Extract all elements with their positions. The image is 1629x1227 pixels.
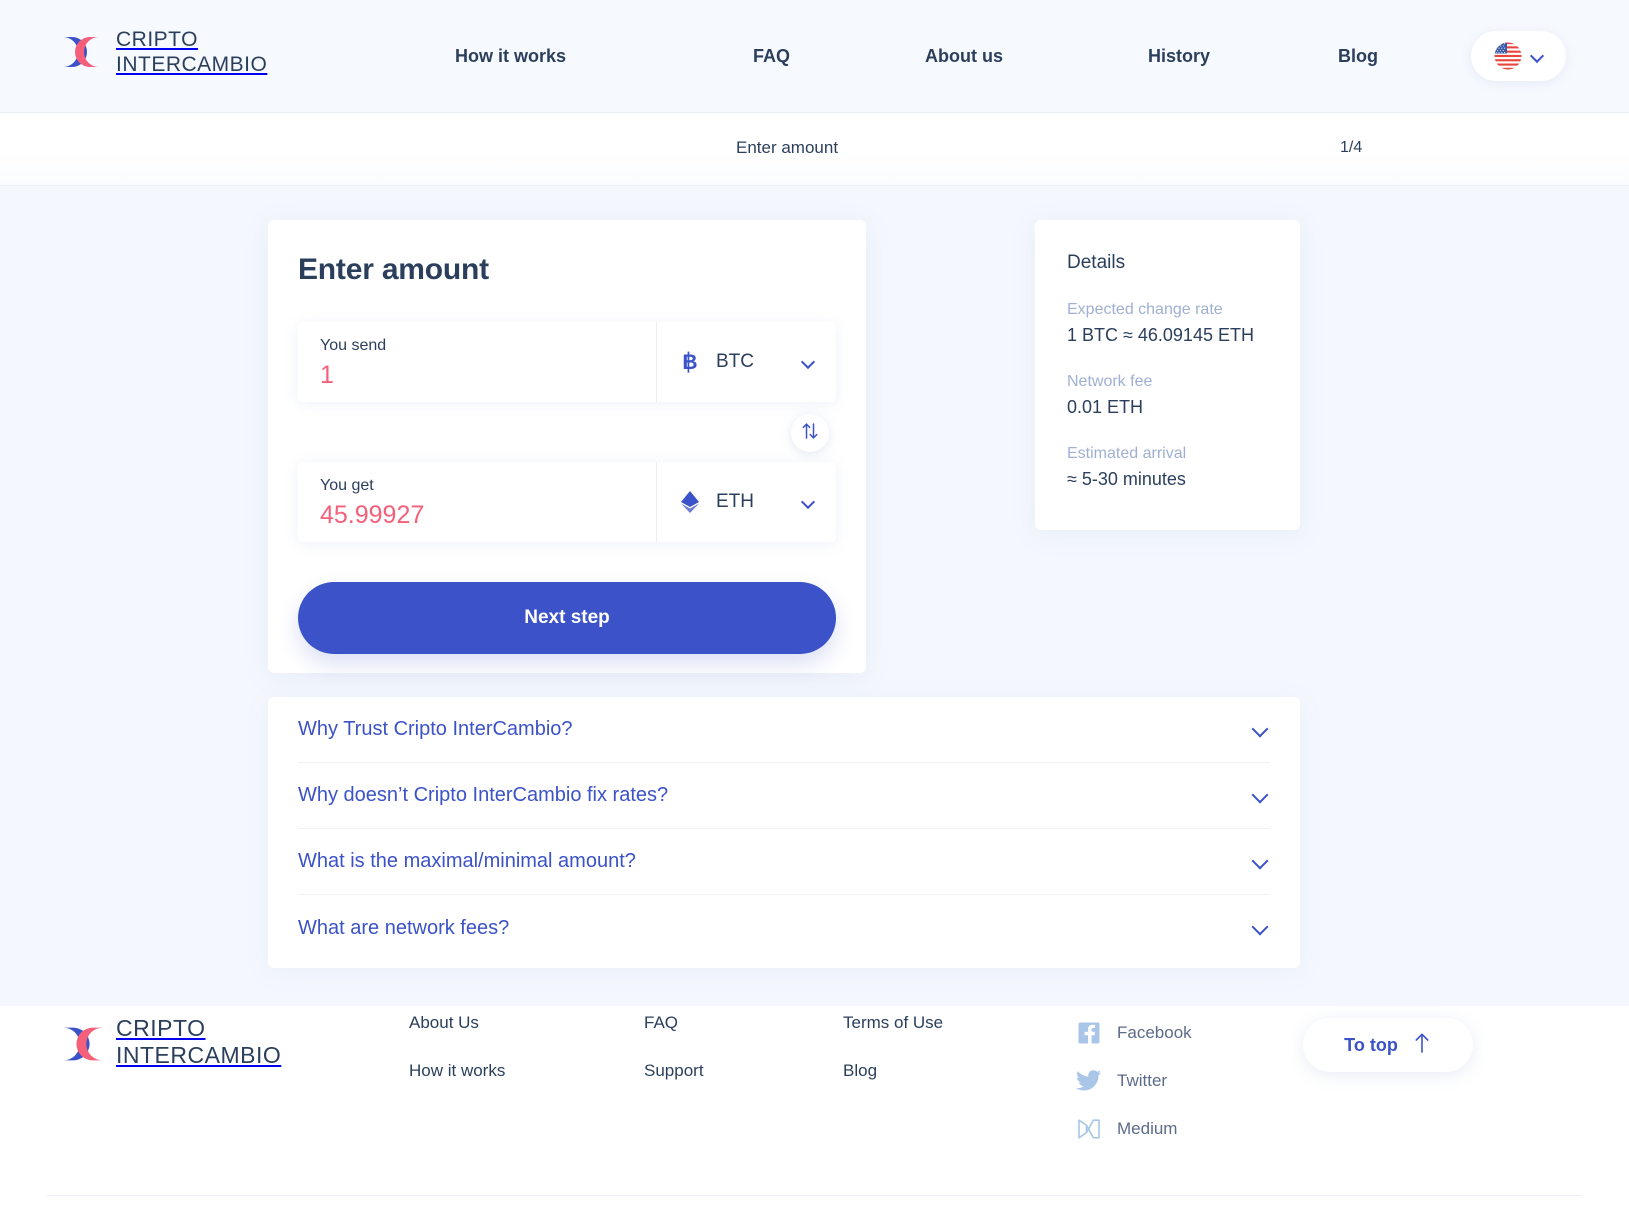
footer-logo[interactable]: CRIPTO INTERCAMBIO <box>60 1015 281 1069</box>
page-title: Enter amount <box>298 253 489 286</box>
send-amount-field[interactable]: You send 1 B BTC <box>298 322 836 402</box>
get-label: You get <box>320 477 374 494</box>
chevron-down-icon <box>803 357 814 368</box>
social-label-twitter: Twitter <box>1117 1071 1168 1090</box>
nav-link-blog[interactable]: Blog <box>1338 46 1378 67</box>
footer-link-how-it-works[interactable]: How it works <box>409 1060 505 1082</box>
details-panel: Details Expected change rate 1 BTC ≈ 46.… <box>1035 220 1300 530</box>
faq-item-max-min-amount[interactable]: What is the maximal/minimal amount? <box>298 829 1270 895</box>
nav-item-history[interactable]: History <box>1148 37 1210 77</box>
details-title: Details <box>1067 252 1126 273</box>
to-top-button[interactable]: To top <box>1303 1018 1473 1072</box>
chevron-down-icon <box>1254 789 1268 803</box>
exchange-card: Enter amount You send 1 B BTC You get 45… <box>268 220 866 673</box>
detail-value-expected-change-rate: 1 BTC ≈ 46.09145 ETH <box>1067 325 1254 345</box>
swap-arrows-icon <box>800 421 820 446</box>
send-label: You send <box>320 337 387 354</box>
logo-line-2: INTERCAMBIO <box>116 53 268 76</box>
site-header: CRIPTO INTERCAMBIO How it works FAQ Abou… <box>0 0 1629 113</box>
footer-link-terms-of-use[interactable]: Terms of Use <box>843 1012 943 1034</box>
detail-key-estimated-arrival: Estimated arrival <box>1067 445 1187 462</box>
swap-currencies-button[interactable] <box>791 414 829 452</box>
footer-logo-wordmark: CRIPTO INTERCAMBIO <box>116 1015 281 1069</box>
svg-text:B: B <box>682 351 697 374</box>
get-currency-select[interactable]: ETH <box>656 462 836 542</box>
footer-column-2: FAQ Support <box>644 1012 704 1082</box>
detail-value-network-fee: 0.01 ETH <box>1067 397 1144 417</box>
send-currency-select[interactable]: B BTC <box>656 322 836 402</box>
send-input-wrapper[interactable]: You send 1 <box>298 322 656 402</box>
main-navigation: How it works FAQ About us History Blog <box>455 0 1378 113</box>
faq-question: What are network fees? <box>298 916 510 939</box>
language-selector[interactable] <box>1471 31 1566 81</box>
faq-item-fix-rates[interactable]: Why doesn’t Cripto InterCambio fix rates… <box>298 763 1270 829</box>
logo-line-1: CRIPTO <box>116 28 198 51</box>
faq-question: What is the maximal/minimal amount? <box>298 850 636 872</box>
footer-logo-line-2: INTERCAMBIO <box>116 1042 282 1068</box>
nav-item-faq[interactable]: FAQ <box>753 37 790 77</box>
step-counter: 1/4 <box>1340 139 1363 156</box>
medium-icon <box>1076 1116 1102 1142</box>
footer-column-1: About Us How it works <box>409 1012 505 1082</box>
social-link-medium[interactable]: Medium <box>1076 1110 1192 1148</box>
twitter-icon <box>1076 1068 1102 1094</box>
nav-item-about-us[interactable]: About us <box>925 37 1003 77</box>
ethereum-icon <box>677 489 703 515</box>
chevron-down-icon <box>1532 51 1543 62</box>
nav-item-how-it-works[interactable]: How it works <box>455 37 566 77</box>
faq-accordion: Why Trust Cripto InterCambio? Why doesn’… <box>268 697 1300 968</box>
step-progress-bar: Enter amount 1/4 <box>0 113 1629 186</box>
detail-key-expected-change-rate: Expected change rate <box>1067 301 1223 318</box>
get-amount-field[interactable]: You get 45.99927 ETH <box>298 462 836 542</box>
footer-link-blog[interactable]: Blog <box>843 1060 943 1082</box>
send-currency-label: BTC <box>716 351 754 372</box>
get-input-wrapper[interactable]: You get 45.99927 <box>298 462 656 542</box>
get-amount-input[interactable]: 45.99927 <box>320 498 656 532</box>
chevron-down-icon <box>1254 921 1268 935</box>
chevron-down-icon <box>1254 855 1268 869</box>
footer-link-faq[interactable]: FAQ <box>644 1012 704 1034</box>
cripto-intercambio-logo-icon <box>60 1021 103 1063</box>
footer-divider <box>47 1195 1582 1196</box>
social-link-twitter[interactable]: Twitter <box>1076 1062 1192 1100</box>
social-label-facebook: Facebook <box>1117 1023 1192 1042</box>
faq-item-network-fees[interactable]: What are network fees? <box>298 895 1270 961</box>
nav-item-blog[interactable]: Blog <box>1338 37 1378 77</box>
nav-link-faq[interactable]: FAQ <box>753 46 790 67</box>
next-step-button[interactable]: Next step <box>298 582 836 654</box>
footer-link-about-us[interactable]: About Us <box>409 1012 505 1034</box>
footer-social-links: Facebook Twitter Medium <box>1076 1014 1192 1148</box>
us-flag-icon <box>1494 42 1522 70</box>
step-label: Enter amount <box>736 138 839 157</box>
nav-link-history[interactable]: History <box>1148 46 1210 67</box>
bitcoin-icon: B <box>677 349 703 375</box>
chevron-down-icon <box>803 497 814 508</box>
footer-logo-line-1: CRIPTO <box>116 1015 206 1041</box>
to-top-label: To top <box>1344 1034 1398 1055</box>
faq-question: Why doesn’t Cripto InterCambio fix rates… <box>298 784 669 806</box>
page-root: CRIPTO INTERCAMBIO How it works FAQ Abou… <box>0 0 1629 1227</box>
footer-column-3: Terms of Use Blog <box>843 1012 943 1082</box>
main-content: Enter amount You send 1 B BTC You get 45… <box>0 186 1629 1006</box>
send-amount-input[interactable]: 1 <box>320 358 656 392</box>
detail-key-network-fee: Network fee <box>1067 373 1153 390</box>
social-label-medium: Medium <box>1117 1119 1178 1138</box>
logo-wordmark: CRIPTO INTERCAMBIO <box>116 27 267 77</box>
get-currency-label: ETH <box>716 491 754 512</box>
footer-link-support[interactable]: Support <box>644 1060 704 1082</box>
arrow-up-icon <box>1412 1032 1432 1059</box>
facebook-icon <box>1076 1020 1102 1046</box>
social-link-facebook[interactable]: Facebook <box>1076 1014 1192 1052</box>
nav-link-about-us[interactable]: About us <box>925 46 1003 67</box>
faq-item-why-trust[interactable]: Why Trust Cripto InterCambio? <box>298 697 1270 763</box>
header-logo[interactable]: CRIPTO INTERCAMBIO <box>60 27 267 77</box>
cripto-intercambio-logo-icon <box>60 31 102 73</box>
site-footer: CRIPTO INTERCAMBIO About Us How it works… <box>0 1006 1629 1227</box>
chevron-down-icon <box>1254 723 1268 737</box>
nav-link-how-it-works[interactable]: How it works <box>455 46 566 67</box>
faq-question: Why Trust Cripto InterCambio? <box>298 718 573 740</box>
detail-value-estimated-arrival: ≈ 5-30 minutes <box>1067 469 1186 489</box>
